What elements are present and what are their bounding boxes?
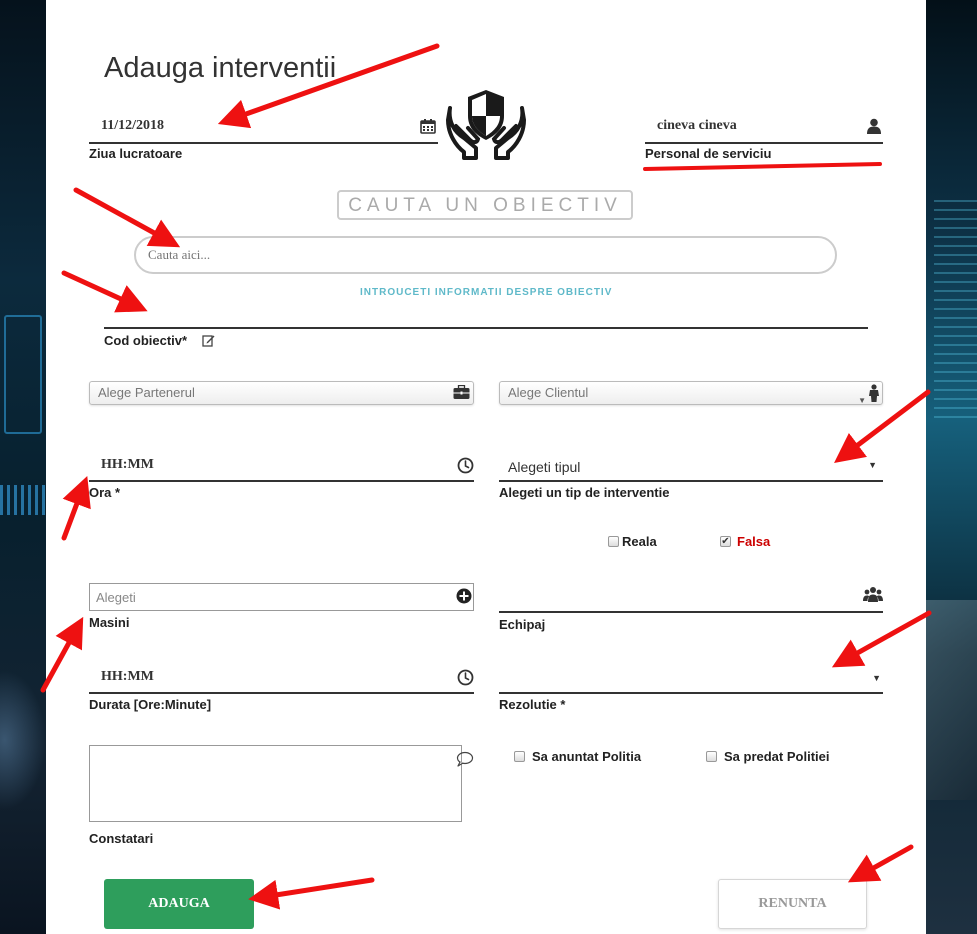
clock-icon[interactable] xyxy=(457,457,474,479)
cod-objectiv-label: Cod obiectiv* xyxy=(104,333,188,348)
durata-field[interactable]: HH:MM xyxy=(89,664,474,694)
edit-icon[interactable] xyxy=(202,334,215,352)
background-decor xyxy=(934,200,977,420)
date-label: Ziua lucratoare xyxy=(89,146,183,161)
durata-value: HH:MM xyxy=(101,669,154,684)
echipaj-field[interactable] xyxy=(499,583,883,613)
masini-field[interactable]: Alegeti xyxy=(89,583,474,611)
chevron-down-icon: ▼ xyxy=(868,460,877,470)
add-button[interactable]: ADAUGA xyxy=(104,879,254,929)
constatari-label: Constatari xyxy=(89,831,154,846)
masini-label: Masini xyxy=(89,615,130,630)
cancel-button[interactable]: RENUNTA xyxy=(718,879,867,929)
plus-circle-icon[interactable] xyxy=(456,588,472,609)
predat-politiei-label: Sa predat Politiei xyxy=(724,749,830,764)
shield-hands-icon xyxy=(446,86,526,165)
rezolutie-select[interactable]: ▼ xyxy=(499,664,883,694)
chevron-down-icon: ▼ xyxy=(858,396,866,405)
tip-label: Alegeti un tip de interventie xyxy=(499,485,670,500)
ora-field[interactable]: HH:MM xyxy=(89,452,474,482)
group-icon xyxy=(863,586,883,607)
user-icon xyxy=(867,118,881,139)
ora-value: HH:MM xyxy=(101,457,154,472)
partener-placeholder: Alege Partenerul xyxy=(98,385,195,400)
rezolutie-label: Rezolutie * xyxy=(499,697,566,712)
background-decor xyxy=(4,315,42,434)
objective-search-heading: CAUTA UN OBIECTIV xyxy=(337,190,633,220)
tip-value: Alegeti tipul xyxy=(508,459,581,475)
echipaj-label: Echipaj xyxy=(499,617,546,632)
objective-info-link[interactable]: INTROUCETI INFORMATII DESPRE OBIECTIV xyxy=(360,287,612,298)
briefcase-icon xyxy=(453,384,470,407)
page-title: Adauga interventii xyxy=(104,52,337,84)
constatari-textarea[interactable] xyxy=(89,745,474,822)
date-field[interactable]: 11/12/2018 xyxy=(89,112,438,144)
anuntat-politia-option[interactable]: Sa anuntat Politia xyxy=(514,749,641,764)
background-right xyxy=(926,0,977,934)
background-decor xyxy=(926,600,977,800)
predat-politiei-checkbox[interactable] xyxy=(706,751,717,762)
personal-value: cineva cineva xyxy=(657,118,737,133)
client-select[interactable]: Alege Clientul ▼ xyxy=(499,381,883,405)
client-placeholder: Alege Clientul xyxy=(508,385,589,400)
tip-select[interactable]: Alegeti tipul ▼ xyxy=(499,452,883,482)
durata-label: Durata [Ore:Minute] xyxy=(89,697,212,712)
falsa-checkbox[interactable]: ✔ xyxy=(720,536,731,547)
personal-field[interactable]: cineva cineva xyxy=(645,112,883,144)
personal-label: Personal de serviciu xyxy=(645,146,772,161)
ora-label: Ora * xyxy=(89,485,121,500)
cod-objectiv-input[interactable] xyxy=(104,327,868,329)
background-left xyxy=(0,0,46,934)
partener-select[interactable]: Alege Partenerul xyxy=(89,381,474,405)
person-icon xyxy=(868,384,880,409)
background-decor xyxy=(0,485,46,515)
predat-politiei-option[interactable]: Sa predat Politiei xyxy=(706,749,829,764)
date-value: 11/12/2018 xyxy=(101,118,165,133)
clock-icon[interactable] xyxy=(457,669,474,691)
comment-icon xyxy=(456,751,474,772)
falsa-option[interactable]: ✔ Falsa xyxy=(720,534,770,549)
objective-search-input[interactable] xyxy=(134,236,837,274)
reala-label: Reala xyxy=(622,534,657,549)
masini-placeholder: Alegeti xyxy=(96,590,136,605)
calendar-icon[interactable] xyxy=(420,118,436,139)
reala-checkbox[interactable] xyxy=(608,536,619,547)
falsa-label: Falsa xyxy=(737,534,771,549)
anuntat-politia-label: Sa anuntat Politia xyxy=(532,749,642,764)
anuntat-politia-checkbox[interactable] xyxy=(514,751,525,762)
reala-option[interactable]: Reala xyxy=(608,534,657,549)
chevron-down-icon: ▼ xyxy=(872,673,881,683)
background-decor xyxy=(0,670,46,810)
